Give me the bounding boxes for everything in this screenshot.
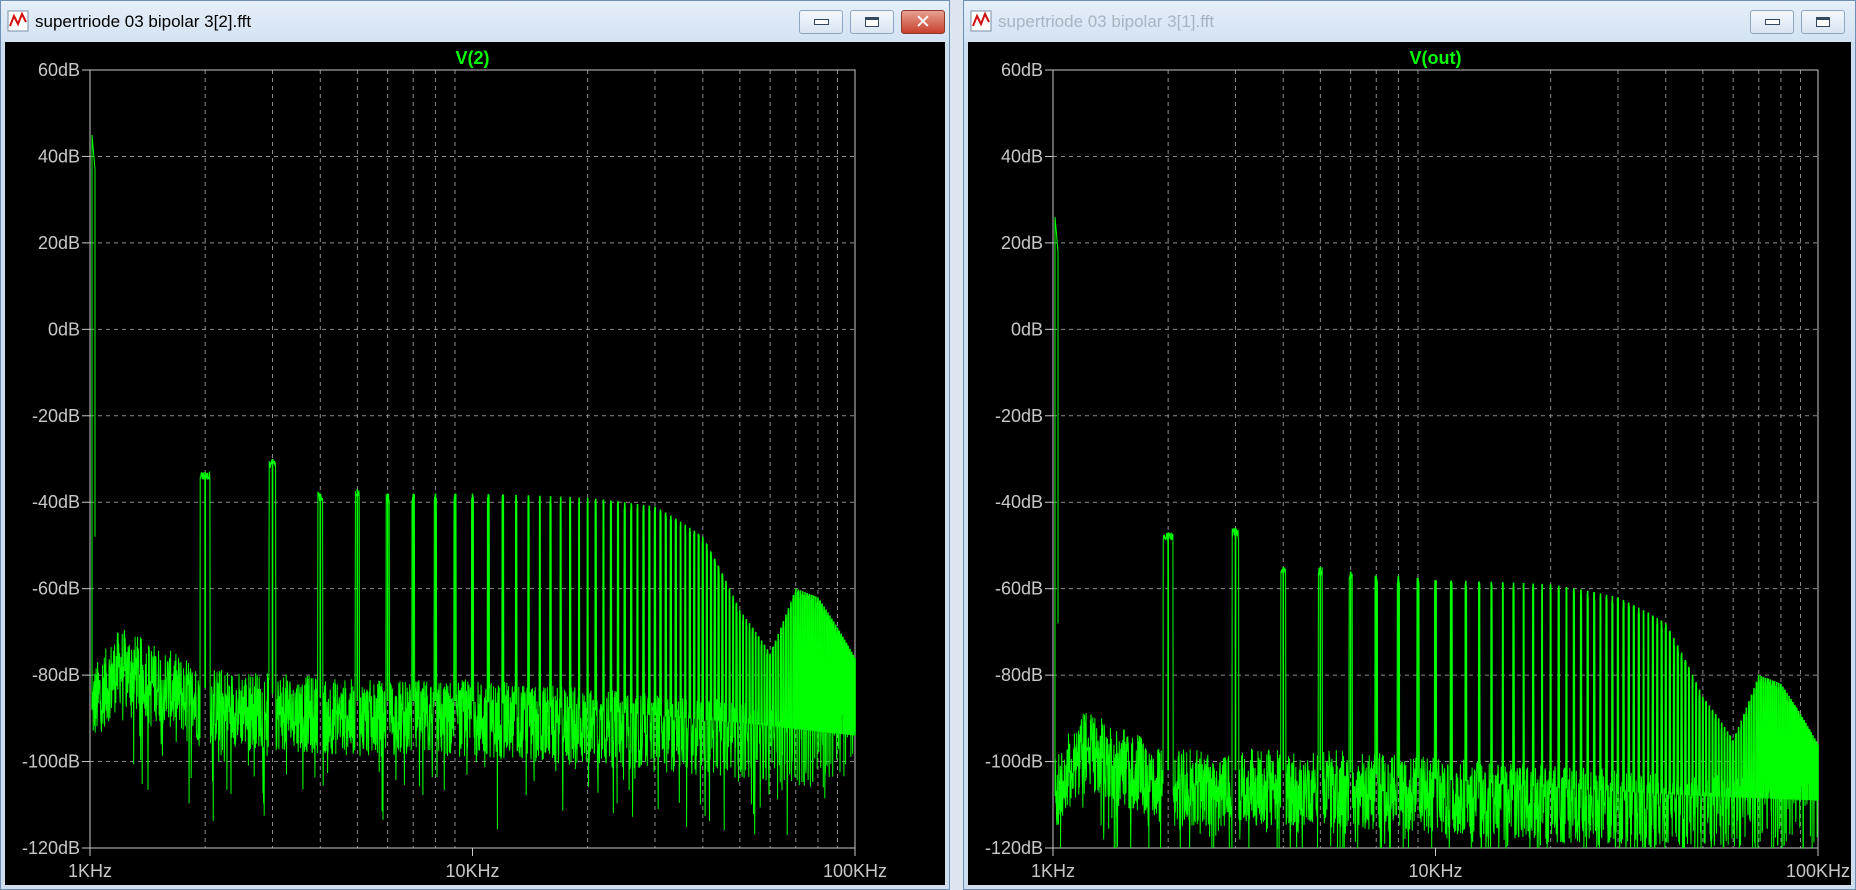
y-tick-label: 60dB [1001, 60, 1043, 80]
y-tick-label: 20dB [38, 233, 80, 253]
y-tick-label: -20dB [995, 406, 1043, 426]
fft-window-v2[interactable]: supertriode 03 bipolar 3[2].fft ✕ 60dB 40… [0, 0, 950, 890]
x-tick-label: 10KHz [445, 861, 499, 881]
y-tick-label: -100dB [985, 752, 1043, 772]
waveform-app-icon [970, 10, 992, 32]
y-tick-label: -120dB [22, 838, 80, 858]
minimize-button[interactable] [799, 10, 843, 34]
close-button[interactable]: ✕ [901, 10, 945, 34]
trace-label[interactable]: V(out) [1410, 48, 1462, 68]
x-tick-label: 1KHz [68, 861, 112, 881]
y-tick-label: -80dB [32, 665, 80, 685]
window-splitter[interactable] [950, 0, 963, 890]
y-tick-label: -100dB [22, 752, 80, 772]
y-tick-label: 60dB [38, 60, 80, 80]
plot-area[interactable]: 60dB 40dB 20dB 0dB -20dB -40dB -60dB -80dB -100d… [5, 42, 945, 885]
fft-chart-vout[interactable]: 60dB 40dB 20dB 0dB -20dB -40dB -60dB -80dB -100d… [968, 42, 1851, 887]
maximize-icon [865, 17, 879, 27]
y-tick-label: -20dB [32, 406, 80, 426]
title-bar[interactable]: supertriode 03 bipolar 3[2].fft ✕ [1, 1, 949, 42]
y-tick-label: 0dB [48, 319, 80, 339]
window-title: supertriode 03 bipolar 3[2].fft [35, 12, 252, 31]
close-icon: ✕ [915, 10, 931, 33]
y-tick-label: -40dB [32, 492, 80, 512]
y-tick-label: -120dB [985, 838, 1043, 858]
window-title: supertriode 03 bipolar 3[1].fft [998, 12, 1215, 31]
minimize-icon [1764, 19, 1780, 25]
x-tick-label: 10KHz [1408, 861, 1462, 881]
x-tick-label: 1KHz [1031, 861, 1075, 881]
fft-window-vout[interactable]: supertriode 03 bipolar 3[1].fft 60dB 40dB… [963, 0, 1856, 890]
plot-area[interactable]: 60dB 40dB 20dB 0dB -20dB -40dB -60dB -80dB -100d… [968, 42, 1851, 885]
y-tick-label: -60dB [995, 579, 1043, 599]
x-tick-label: 100KHz [823, 861, 887, 881]
trace-label[interactable]: V(2) [455, 48, 489, 68]
y-tick-label: -60dB [32, 579, 80, 599]
x-tick-label: 100KHz [1786, 861, 1850, 881]
maximize-button[interactable] [850, 10, 894, 34]
y-tick-label: 40dB [38, 146, 80, 166]
minimize-icon [813, 19, 829, 25]
waveform-app-icon [7, 10, 29, 32]
y-tick-label: 40dB [1001, 146, 1043, 166]
y-tick-label: -40dB [995, 492, 1043, 512]
minimize-button[interactable] [1750, 10, 1794, 34]
y-tick-label: 20dB [1001, 233, 1043, 253]
y-tick-label: 0dB [1011, 319, 1043, 339]
fft-chart-v2[interactable]: 60dB 40dB 20dB 0dB -20dB -40dB -60dB -80dB -100d… [5, 42, 945, 887]
title-bar[interactable]: supertriode 03 bipolar 3[1].fft [964, 1, 1855, 42]
maximize-icon [1816, 17, 1830, 27]
y-tick-label: -80dB [995, 665, 1043, 685]
maximize-button[interactable] [1801, 10, 1845, 34]
